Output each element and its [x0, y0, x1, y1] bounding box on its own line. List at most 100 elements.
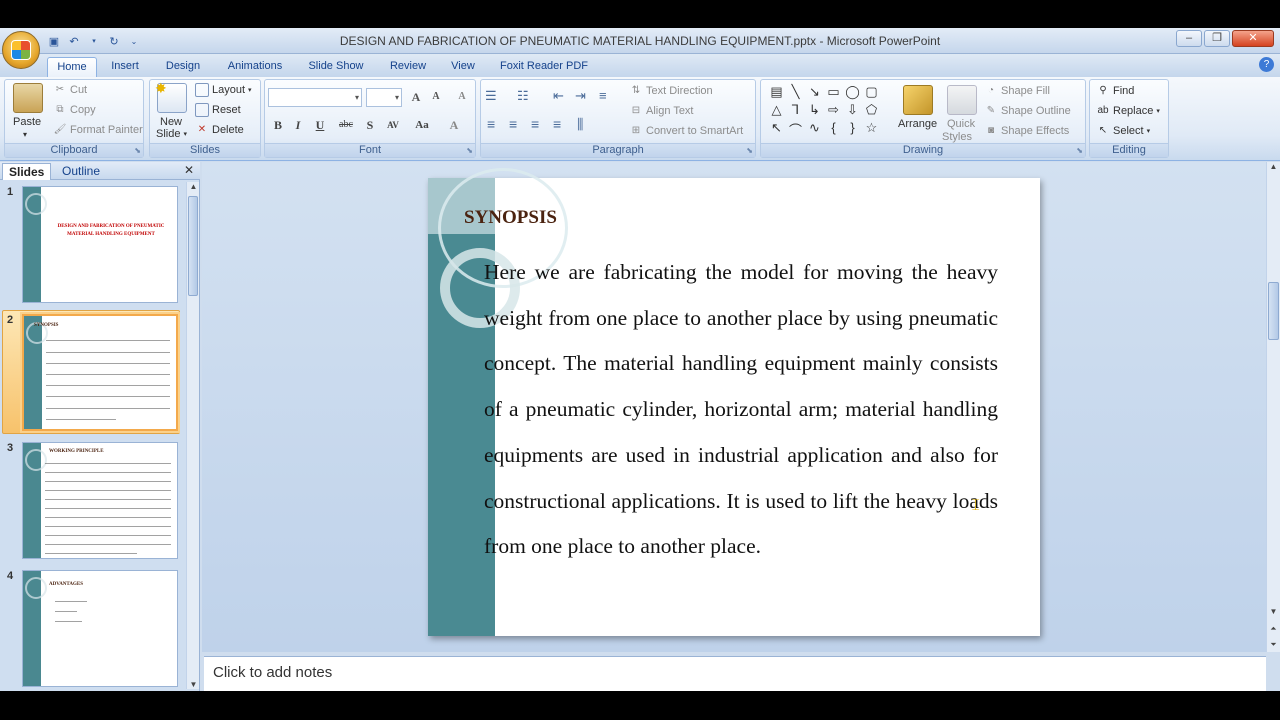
- bold-button[interactable]: B: [269, 116, 287, 134]
- shape-effects-button[interactable]: ◙ Shape Effects: [984, 124, 1069, 138]
- format-painter-button[interactable]: 🖌 Format Painter: [53, 123, 143, 137]
- reset-button[interactable]: Reset: [195, 103, 241, 117]
- columns-icon[interactable]: ⫼: [577, 116, 583, 133]
- layout-button[interactable]: Layout ▾: [195, 83, 252, 97]
- arrange-button[interactable]: Arrange: [898, 118, 937, 130]
- notes-pane[interactable]: Click to add notes: [204, 656, 1266, 691]
- align-text-button[interactable]: ⊟ Align Text: [629, 104, 694, 118]
- help-icon[interactable]: ?: [1259, 57, 1274, 72]
- align-right-icon[interactable]: ≡: [531, 116, 539, 132]
- tab-slides[interactable]: Slides: [2, 163, 52, 180]
- tab-animations[interactable]: Animations: [222, 57, 288, 77]
- change-case-button[interactable]: Aa: [411, 116, 433, 134]
- slide-body-text[interactable]: Here we are fabricating the model for mo…: [484, 250, 998, 570]
- close-button[interactable]: ✕: [1232, 30, 1274, 47]
- elbow-arrow-icon[interactable]: ↳: [805, 102, 824, 120]
- new-slide-icon[interactable]: ✸: [155, 80, 187, 113]
- down-arrow-shape-icon[interactable]: ⇩: [843, 102, 862, 120]
- tab-slide-show[interactable]: Slide Show: [303, 57, 369, 77]
- new-slide-label-1[interactable]: New: [160, 116, 182, 128]
- copy-button[interactable]: ⧉ Copy: [53, 103, 95, 117]
- slide-thumbnail[interactable]: ADVANTAGES: [22, 570, 178, 687]
- shrink-font-icon[interactable]: A: [427, 88, 445, 106]
- tab-insert[interactable]: Insert: [104, 57, 146, 77]
- paste-button[interactable]: Paste: [13, 116, 41, 128]
- textbox-shape-icon[interactable]: ▤: [767, 84, 786, 102]
- paste-icon[interactable]: [13, 83, 43, 113]
- curve-icon[interactable]: ⌒: [786, 120, 805, 138]
- scroll-up-icon[interactable]: ▲: [1267, 162, 1280, 171]
- right-brace-icon[interactable]: }: [843, 120, 862, 138]
- restore-button[interactable]: ❐: [1204, 30, 1230, 47]
- scribble-icon[interactable]: ∿: [805, 120, 824, 138]
- font-size-combobox[interactable]: ▾: [366, 88, 402, 107]
- tab-outline[interactable]: Outline: [56, 163, 106, 180]
- increase-indent-icon[interactable]: ⇥: [575, 88, 586, 104]
- scrollbar-thumb[interactable]: [1268, 282, 1279, 340]
- tab-foxit-reader-pdf[interactable]: Foxit Reader PDF: [497, 57, 591, 77]
- cut-button[interactable]: ✂ Cut: [53, 83, 87, 97]
- font-color-icon[interactable]: A: [445, 116, 463, 134]
- text-shadow-button[interactable]: S: [361, 116, 379, 134]
- slide-scrollbar[interactable]: ▲ ▼ ⏶ ⏷: [1266, 162, 1280, 652]
- previous-slide-icon[interactable]: ⏶: [1267, 624, 1280, 634]
- minimize-button[interactable]: –: [1176, 30, 1202, 47]
- find-button[interactable]: ⚲ Find: [1096, 84, 1134, 98]
- current-slide[interactable]: SYNOPSIS Here we are fabricating the mod…: [428, 168, 1040, 636]
- paste-dropdown-icon[interactable]: ▾: [23, 130, 27, 139]
- italic-button[interactable]: I: [289, 116, 307, 134]
- align-center-icon[interactable]: ≡: [509, 116, 517, 132]
- left-brace-icon[interactable]: {: [824, 120, 843, 138]
- underline-button[interactable]: U: [311, 116, 329, 134]
- scroll-up-icon[interactable]: ▲: [187, 182, 200, 191]
- quick-styles-icon[interactable]: [947, 85, 977, 115]
- tab-view[interactable]: View: [445, 57, 481, 77]
- drawing-launcher-icon[interactable]: ⬊: [1076, 146, 1083, 155]
- numbering-icon[interactable]: ☷: [517, 88, 529, 104]
- clipboard-launcher-icon[interactable]: ⬊: [134, 146, 141, 155]
- notes-placeholder[interactable]: Click to add notes: [213, 664, 332, 681]
- replace-button[interactable]: ab Replace ▾: [1096, 104, 1159, 118]
- slide-thumbnail-selected[interactable]: SYNOPSIS: [22, 314, 178, 431]
- shapes-gallery[interactable]: ▤ ╲ ↘ ▭ ◯ ▢ △ ⅂ ↳ ⇨ ⇩ ⬠ ↖ ⌒ ∿{} ☆: [767, 84, 887, 140]
- next-slide-icon[interactable]: ⏷: [1267, 640, 1280, 650]
- rounded-rectangle-shape-icon[interactable]: ▢: [862, 84, 881, 102]
- triangle-shape-icon[interactable]: △: [767, 102, 786, 120]
- decrease-indent-icon[interactable]: ⇤: [553, 88, 564, 104]
- delete-button[interactable]: ✕ Delete: [195, 123, 244, 137]
- line-shape-icon[interactable]: ╲: [786, 84, 805, 102]
- tab-home[interactable]: Home: [47, 57, 97, 77]
- paragraph-launcher-icon[interactable]: ⬊: [746, 146, 753, 155]
- slide-thumbnail[interactable]: WORKING PRINCIPLE: [22, 442, 178, 559]
- font-launcher-icon[interactable]: ⬊: [466, 146, 473, 155]
- star-shape-icon[interactable]: ☆: [862, 120, 881, 138]
- grow-font-icon[interactable]: A: [407, 88, 425, 106]
- select-button[interactable]: ↖ Select ▾: [1096, 124, 1150, 138]
- scroll-down-icon[interactable]: ▼: [187, 680, 200, 689]
- shape-outline-button[interactable]: ✎ Shape Outline: [984, 104, 1071, 118]
- clear-formatting-icon[interactable]: A: [453, 88, 471, 106]
- new-slide-button[interactable]: Slide ▾: [156, 128, 187, 140]
- tab-design[interactable]: Design: [160, 57, 206, 77]
- justify-icon[interactable]: ≡: [553, 116, 561, 132]
- rectangle-shape-icon[interactable]: ▭: [824, 84, 843, 102]
- slide-thumbnail[interactable]: DESIGN AND FABRICATION OF PNEUMATIC MATE…: [22, 186, 178, 303]
- quick-styles-label-2[interactable]: Styles: [942, 131, 972, 143]
- font-name-combobox[interactable]: ▾: [268, 88, 362, 107]
- elbow-connector-icon[interactable]: ⅂: [786, 102, 805, 120]
- freeform-icon[interactable]: ↖: [767, 120, 786, 138]
- text-direction-button[interactable]: ⇅ Text Direction: [629, 84, 713, 98]
- line-spacing-icon[interactable]: ≡: [599, 88, 607, 103]
- align-left-icon[interactable]: ≡: [487, 116, 495, 132]
- more-shapes-icon[interactable]: ⬠: [862, 102, 881, 120]
- scrollbar-thumb[interactable]: [188, 196, 198, 296]
- character-spacing-button[interactable]: AV: [381, 116, 405, 134]
- right-arrow-shape-icon[interactable]: ⇨: [824, 102, 843, 120]
- thumbnail-scrollbar[interactable]: ▲ ▼: [186, 182, 199, 689]
- scroll-down-icon[interactable]: ▼: [1267, 607, 1280, 616]
- strikethrough-button[interactable]: abc: [335, 116, 357, 134]
- shape-fill-button[interactable]: ◔ Shape Fill: [984, 84, 1050, 98]
- close-icon[interactable]: ✕: [184, 163, 194, 177]
- tab-review[interactable]: Review: [385, 57, 431, 77]
- bullets-icon[interactable]: ☰: [485, 88, 497, 104]
